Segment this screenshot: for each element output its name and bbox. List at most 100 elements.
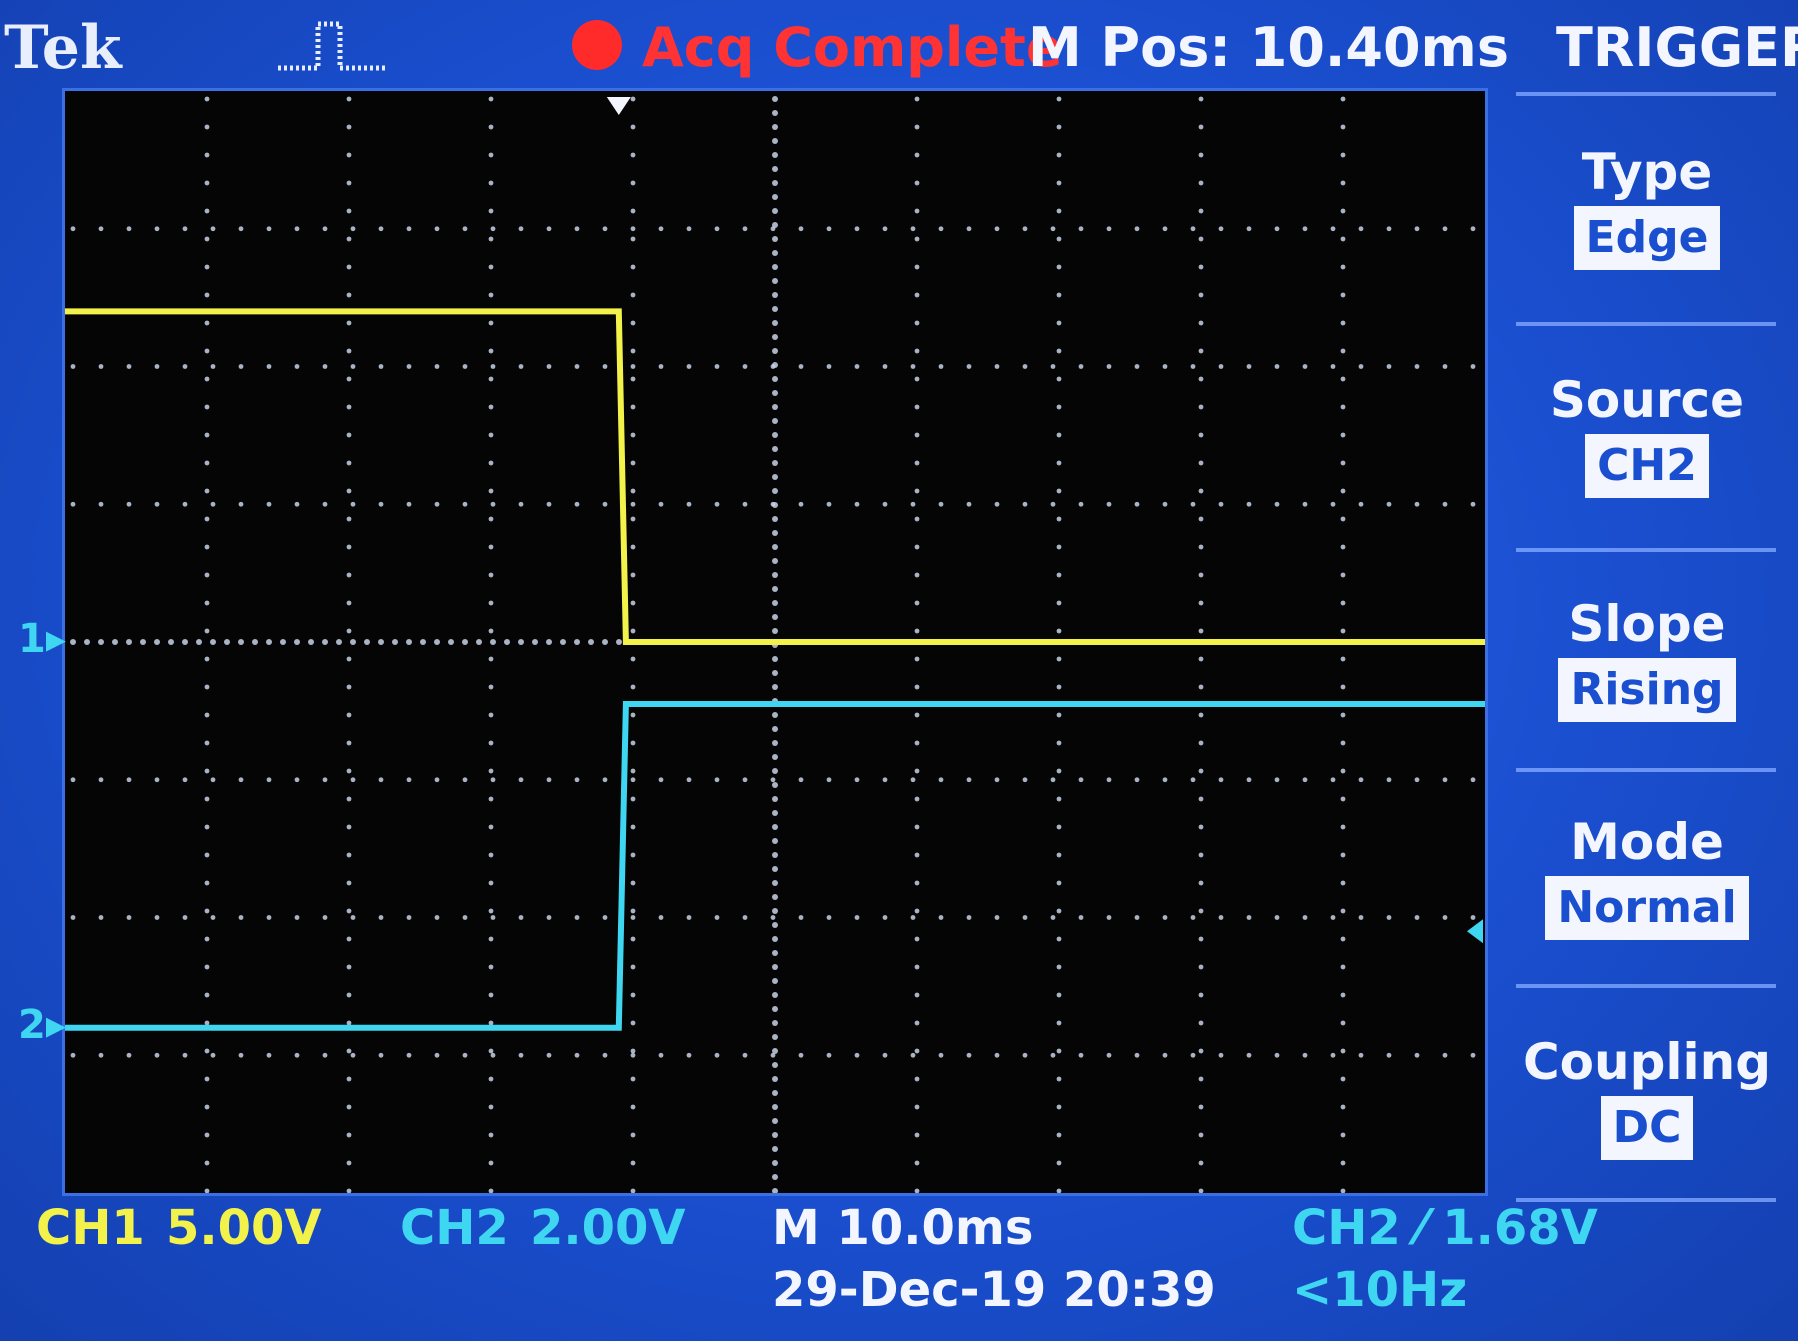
menu-item-source[interactable]: Source CH2 [1520, 368, 1774, 498]
graticule-dot [406, 226, 412, 232]
graticule-dot [518, 639, 524, 645]
graticule-dot [346, 852, 352, 858]
graticule-dot [518, 915, 524, 920]
graticule-dot [168, 639, 174, 645]
graticule-dot [772, 488, 778, 494]
graticule-dot [350, 226, 356, 232]
graticule-dot [914, 208, 920, 214]
graticule-dot [1198, 292, 1204, 298]
graticule-dot [1056, 1132, 1062, 1138]
graticule-dot [1106, 1052, 1112, 1058]
graticule-dot [1218, 364, 1224, 369]
graticule-dot [1022, 777, 1028, 783]
graticule-dot [204, 432, 210, 438]
graticule-dot [686, 501, 692, 507]
graticule-dot [1330, 364, 1336, 369]
graticule-dot [1340, 124, 1346, 130]
graticule-dot [346, 908, 352, 914]
graticule-dot [1056, 908, 1062, 914]
graticule-dot [630, 264, 636, 270]
graticule-dot [406, 639, 412, 645]
graticule-dot [1198, 1076, 1204, 1082]
graticule-dot [488, 152, 494, 158]
graticule-dot [1056, 320, 1062, 326]
graticule-dot [204, 936, 210, 942]
graticule-dot [1078, 226, 1084, 232]
graticule-dot [1190, 364, 1196, 369]
menu-item-value: Edge [1573, 206, 1721, 270]
graticule-dot [914, 124, 920, 130]
graticule-dot [772, 964, 778, 970]
graticule-dot [346, 992, 352, 998]
graticule-dot [488, 376, 494, 382]
graticule-dot [204, 992, 210, 998]
graticule-dot [204, 236, 210, 242]
graticule-dot [630, 824, 636, 830]
graticule-dot [1056, 880, 1062, 886]
graticule-dot [488, 740, 494, 746]
graticule-dot [1056, 768, 1062, 774]
graticule-dot [1056, 992, 1062, 998]
graticule-dot [1330, 915, 1336, 920]
graticule-dot [238, 639, 244, 645]
graticule-dot [1302, 364, 1308, 369]
graticule-dot [462, 639, 468, 645]
graticule-dot [1198, 208, 1204, 214]
graticule-dot [98, 639, 104, 645]
graticule-dot [504, 639, 510, 645]
graticule-dot [420, 639, 426, 645]
graticule-dot [182, 1052, 188, 1058]
graticule-dot [70, 364, 76, 369]
graticule-dot [770, 1052, 776, 1058]
graticule-dot [1274, 915, 1280, 920]
graticule-dot [1198, 796, 1204, 802]
graticule-dot [488, 908, 494, 914]
graticule-dot [914, 320, 920, 326]
graticule-dot [434, 226, 440, 232]
graticule-dot [346, 1188, 352, 1193]
graticule-dot [630, 964, 636, 970]
graticule-dot [1056, 572, 1062, 578]
arrow-right-icon: ▸ [45, 616, 66, 662]
graticule-dot [1198, 992, 1204, 998]
graticule-dot [1246, 226, 1252, 232]
graticule-dot [346, 600, 352, 606]
graticule-dot [126, 639, 132, 645]
graticule-dot [1056, 796, 1062, 802]
graticule-dot [630, 880, 636, 886]
graticule-dot [938, 364, 944, 369]
graticule-dot [914, 1048, 920, 1054]
menu-item-coupling[interactable]: Coupling DC [1520, 1030, 1774, 1160]
graticule-dot [574, 501, 580, 507]
menu-item-mode[interactable]: Mode Normal [1520, 810, 1774, 940]
graticule-dot [914, 992, 920, 998]
graticule-dot [1340, 936, 1346, 942]
graticule-dot [210, 915, 216, 920]
graticule-dot [938, 226, 944, 232]
graticule-dot [70, 915, 76, 920]
graticule-dot [966, 777, 972, 783]
graticule-dot [204, 1132, 210, 1138]
menu-separator [1516, 984, 1776, 988]
menu-item-type[interactable]: Type Edge [1520, 140, 1774, 270]
graticule-dot [238, 915, 244, 920]
graticule-dot [772, 432, 778, 438]
graticule-dot [1198, 152, 1204, 158]
graticule-dot [1358, 501, 1364, 507]
menu-item-label: Source [1549, 371, 1745, 429]
graticule-dot [1340, 964, 1346, 970]
graticule-dot [882, 915, 888, 920]
graticule-dot [1190, 915, 1196, 920]
graticule-dot [1246, 1052, 1252, 1058]
graticule-dot [1442, 915, 1448, 920]
graticule-dot [1056, 1020, 1062, 1026]
graticule-dot [1056, 824, 1062, 830]
graticule-dot [772, 1188, 778, 1193]
graticule-dot [772, 516, 778, 522]
graticule-dot [798, 777, 804, 783]
graticule-dot [346, 488, 352, 494]
menu-item-slope[interactable]: Slope Rising [1520, 592, 1774, 722]
menu-separator [1516, 92, 1776, 96]
graticule-dot [98, 226, 104, 232]
graticule-dot [1078, 915, 1084, 920]
